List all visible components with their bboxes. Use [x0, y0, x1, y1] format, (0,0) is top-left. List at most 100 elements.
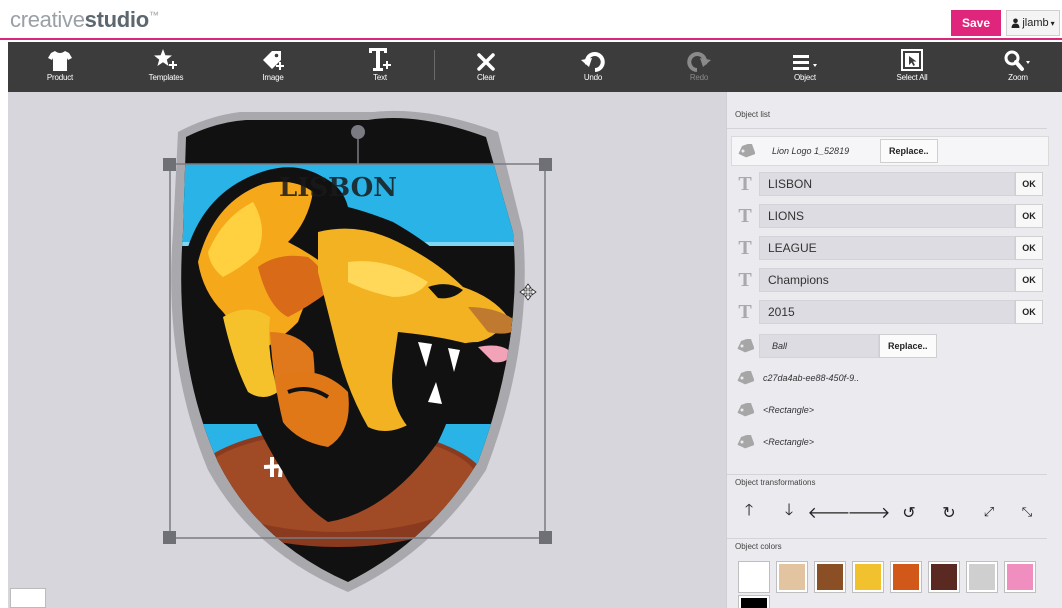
color-swatch-black[interactable]	[739, 596, 769, 608]
text-tool-label: Text	[373, 73, 387, 82]
object-tool[interactable]: Object	[775, 42, 835, 92]
logo-trademark: ™	[148, 10, 159, 22]
rotate-handle[interactable]	[351, 125, 365, 139]
rotate-left-icon[interactable]: ↺	[897, 500, 921, 524]
top-header: creativestudio™ Save jlamb ▾	[0, 0, 1062, 40]
text-type-icon: T	[738, 300, 752, 323]
object-list-item[interactable]: T LEAGUE OK	[731, 234, 1047, 262]
app-logo[interactable]: creativestudio™	[10, 7, 159, 33]
redo-icon	[687, 52, 711, 72]
text-value-input[interactable]: LIONS	[759, 204, 1015, 228]
undo-tool-label: Undo	[583, 73, 603, 82]
object-name: <Rectangle>	[763, 405, 815, 415]
select-all-tool-label: Select All	[896, 73, 928, 82]
image-tag-icon	[263, 51, 284, 70]
colors-divider	[727, 538, 1047, 539]
object-list-item[interactable]: T LIONS OK	[731, 202, 1047, 230]
ok-button[interactable]: OK	[1015, 268, 1043, 292]
arrow-down-icon[interactable]: 🡓	[777, 500, 801, 524]
select-all-icon	[901, 49, 923, 71]
product-tool-label: Product	[46, 73, 74, 82]
arrow-up-icon[interactable]: 🡑	[737, 500, 761, 524]
templates-tool[interactable]: Templates	[136, 42, 196, 92]
rotate-right-icon[interactable]: ↻	[937, 500, 961, 524]
logo-text-bold: studio	[84, 7, 150, 32]
object-list-item[interactable]: <Rectangle>	[731, 428, 1047, 456]
toolbar-divider	[434, 50, 435, 80]
color-swatch-tan[interactable]	[777, 562, 807, 592]
object-list-item[interactable]: <Rectangle>	[731, 396, 1047, 424]
color-swatch-orange[interactable]	[891, 562, 921, 592]
resize-handle-bottom-right[interactable]	[539, 531, 552, 544]
transformations-divider	[727, 474, 1047, 475]
select-all-tool[interactable]: Select All	[882, 42, 942, 92]
object-name: <Rectangle>	[763, 437, 815, 447]
image-tag-icon	[731, 364, 759, 392]
color-swatch-white[interactable]	[739, 562, 769, 592]
ok-button[interactable]: OK	[1015, 204, 1043, 228]
object-name: c27da4ab-ee88-450f-9..	[763, 373, 860, 383]
replace-button[interactable]: Replace..	[880, 139, 938, 163]
color-swatch-pink[interactable]	[1005, 562, 1035, 592]
text-tool[interactable]: Text	[350, 42, 410, 92]
zoom-magnifier-icon	[1004, 50, 1030, 71]
zoom-tool[interactable]: Zoom	[988, 42, 1048, 92]
text-type-icon: T	[738, 204, 752, 227]
ok-button[interactable]: OK	[1015, 236, 1043, 260]
undo-icon	[581, 52, 605, 72]
color-swatch-grey[interactable]	[967, 562, 997, 592]
ok-button[interactable]: OK	[1015, 172, 1043, 196]
resize-handle-top-right[interactable]	[539, 158, 552, 171]
image-tag-icon	[732, 137, 760, 165]
object-transformations-title: Object transformations	[735, 478, 816, 487]
arrow-right-icon[interactable]: 🡒	[848, 500, 891, 524]
ok-button[interactable]: OK	[1015, 300, 1043, 324]
design-artwork: LISBON	[163, 110, 552, 592]
undo-tool[interactable]: Undo	[563, 42, 623, 92]
redo-tool-label: Redo	[689, 73, 709, 82]
object-list-item[interactable]: T LISBON OK	[731, 170, 1047, 198]
resize-handle-bottom-left[interactable]	[163, 531, 176, 544]
text-type-icon: T	[738, 236, 752, 259]
text-type-icon: T	[738, 172, 752, 195]
user-menu-button[interactable]: jlamb ▾	[1006, 10, 1060, 36]
user-icon	[1011, 18, 1020, 28]
object-list-divider	[727, 128, 1047, 129]
replace-button[interactable]: Replace..	[879, 334, 937, 358]
object-list-item[interactable]: Lion Logo 1_52819 Replace..	[731, 136, 1049, 166]
image-tool[interactable]: Image	[243, 42, 303, 92]
clear-tool[interactable]: Clear	[456, 42, 516, 92]
templates-star-icon	[154, 49, 177, 69]
object-colors-title: Object colors	[735, 542, 782, 551]
text-value-input[interactable]: LEAGUE	[759, 236, 1015, 260]
redo-tool[interactable]: Redo	[669, 42, 729, 92]
properties-panel: Object list Lion Logo 1_52819 Replace.. …	[726, 92, 1062, 608]
resize-handle-top-left[interactable]	[163, 158, 176, 171]
text-value-input[interactable]: LISBON	[759, 172, 1015, 196]
enlarge-icon[interactable]: ⤢	[977, 500, 1001, 524]
design-canvas[interactable]: LISBON	[8, 92, 726, 608]
image-tag-icon	[731, 396, 759, 424]
save-button[interactable]: Save	[951, 10, 1001, 36]
object-list-item[interactable]: Ball Replace..	[731, 332, 1047, 360]
color-swatch-yellow[interactable]	[853, 562, 883, 592]
text-value-input[interactable]: 2015	[759, 300, 1015, 324]
object-list-item[interactable]: T Champions OK	[731, 266, 1047, 294]
text-value-input[interactable]: Champions	[759, 268, 1015, 292]
text-type-icon: T	[738, 268, 752, 291]
color-swatch-brown[interactable]	[815, 562, 845, 592]
object-list-item[interactable]: T 2015 OK	[731, 298, 1047, 326]
object-name: Ball	[772, 341, 788, 351]
image-tool-label: Image	[262, 73, 284, 82]
chevron-down-icon: ▾	[1050, 18, 1055, 28]
object-tool-label: Object	[794, 73, 816, 82]
canvas-swatch-preview[interactable]	[10, 588, 46, 608]
design-text-lisbon: LISBON	[279, 173, 397, 203]
arrow-left-icon[interactable]: 🡐	[808, 500, 851, 524]
color-swatch-dark-brown[interactable]	[929, 562, 959, 592]
object-menu-icon	[793, 55, 817, 70]
object-list-item[interactable]: c27da4ab-ee88-450f-9..	[731, 364, 1047, 392]
shrink-icon[interactable]: ⤡	[1015, 500, 1039, 524]
product-tool[interactable]: Product	[30, 42, 90, 92]
tshirt-icon	[48, 51, 72, 71]
